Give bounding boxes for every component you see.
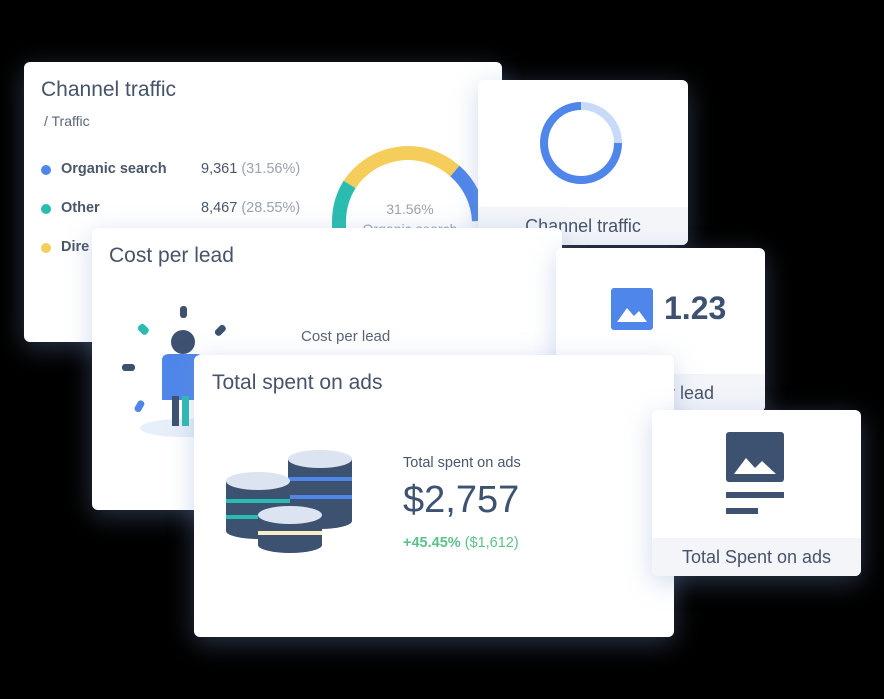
change-absolute: ($1,612) <box>464 535 519 551</box>
total-spent-widget[interactable]: Total Spent on ads <box>652 410 861 576</box>
breadcrumb: / Traffic <box>44 113 90 129</box>
donut-segment-blue <box>450 165 486 222</box>
total-spent-change: +45.45% ($1,612) <box>403 535 519 551</box>
cost-per-lead-value: 1.23 <box>664 290 727 326</box>
legend-percent: (31.56%) <box>241 161 301 177</box>
channel-traffic-widget[interactable]: Channel traffic <box>478 80 688 245</box>
widget-label-band: Total Spent on ads <box>652 538 861 576</box>
ring-chart-icon <box>540 102 622 184</box>
image-icon <box>611 288 653 330</box>
legend-row-organic: Organic search 9,361 (31.56%) <box>41 159 321 181</box>
legend-dot-teal <box>41 204 51 214</box>
cost-per-lead-title: Cost per lead <box>109 244 234 267</box>
legend-label: Dire <box>61 239 90 255</box>
legend-value: 9,361 (31.56%) <box>201 161 301 177</box>
total-spent-title: Total spent on ads <box>212 371 383 394</box>
donut-center-pct: 31.56% <box>386 201 433 217</box>
total-spent-label: Total spent on ads <box>403 455 521 471</box>
total-spent-card: Total spent on ads Total spent on ads $2… <box>194 355 674 637</box>
legend-dot-yellow <box>41 243 51 253</box>
legend-value: 8,467 (28.55%) <box>201 200 301 216</box>
donut-segment-yellow <box>343 146 460 189</box>
total-spent-value: $2,757 <box>403 479 520 521</box>
legend-label: Organic search <box>61 161 167 177</box>
cost-per-lead-inner-label: Cost per lead <box>301 328 391 345</box>
widget-label: Total Spent on ads <box>681 547 832 567</box>
change-percent: +45.45% <box>403 535 461 551</box>
channel-traffic-title: Channel traffic <box>41 78 177 101</box>
legend-row-other: Other 8,467 (28.55%) <box>41 198 321 220</box>
legend-dot-blue <box>41 165 51 175</box>
coin-stacks-illustration <box>226 450 352 553</box>
coin-stack-front <box>258 506 322 553</box>
document-image-icon <box>726 432 784 514</box>
legend-percent: (28.55%) <box>241 200 301 216</box>
legend-label: Other <box>61 200 100 216</box>
